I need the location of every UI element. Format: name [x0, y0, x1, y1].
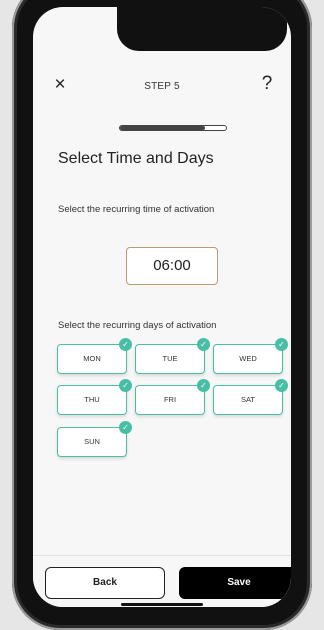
day-button-sun[interactable]: SUN ✓	[57, 421, 132, 457]
day-label: SAT	[240, 395, 256, 404]
screen: × STEP 5 ? Select Time and Days Select t…	[33, 7, 291, 607]
day-label: WED	[239, 354, 257, 363]
check-icon: ✓	[119, 338, 132, 351]
progress-fill	[120, 126, 205, 130]
days-section-label: Select the recurring days of activation	[58, 320, 217, 331]
day-label: MON	[83, 354, 101, 363]
day-button-mon[interactable]: MON ✓	[57, 338, 132, 374]
day-button-fri[interactable]: FRI ✓	[135, 379, 210, 415]
step-label: STEP 5	[144, 81, 180, 92]
back-button[interactable]: Back	[45, 567, 165, 599]
help-icon[interactable]: ?	[257, 73, 277, 95]
page-title: Select Time and Days	[58, 150, 214, 167]
day-button-thu[interactable]: THU ✓	[57, 379, 132, 415]
day-label: THU	[84, 395, 100, 404]
progress-bar	[119, 125, 227, 131]
day-button-wed[interactable]: WED ✓	[213, 338, 288, 374]
check-icon: ✓	[119, 421, 132, 434]
check-icon: ✓	[275, 379, 288, 392]
check-icon: ✓	[275, 338, 288, 351]
top-bar: × STEP 5 ?	[33, 7, 291, 167]
day-label: FRI	[163, 395, 177, 404]
check-icon: ✓	[197, 338, 210, 351]
save-button[interactable]: Save	[179, 567, 291, 599]
day-button-sat[interactable]: SAT ✓	[213, 379, 288, 415]
home-indicator	[121, 603, 203, 606]
time-picker[interactable]: 06:00	[126, 247, 218, 285]
time-section-label: Select the recurring time of activation	[58, 204, 215, 215]
check-icon: ✓	[197, 379, 210, 392]
day-label: TUE	[162, 354, 178, 363]
day-button-tue[interactable]: TUE ✓	[135, 338, 210, 374]
day-label: SUN	[84, 437, 100, 446]
check-icon: ✓	[119, 379, 132, 392]
